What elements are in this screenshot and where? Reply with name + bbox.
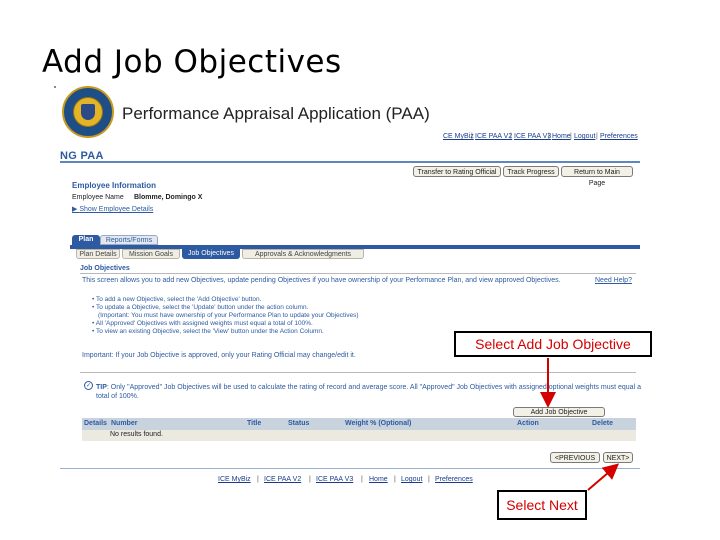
callout-arrows bbox=[540, 358, 620, 491]
arrow-to-next-button bbox=[587, 463, 620, 491]
